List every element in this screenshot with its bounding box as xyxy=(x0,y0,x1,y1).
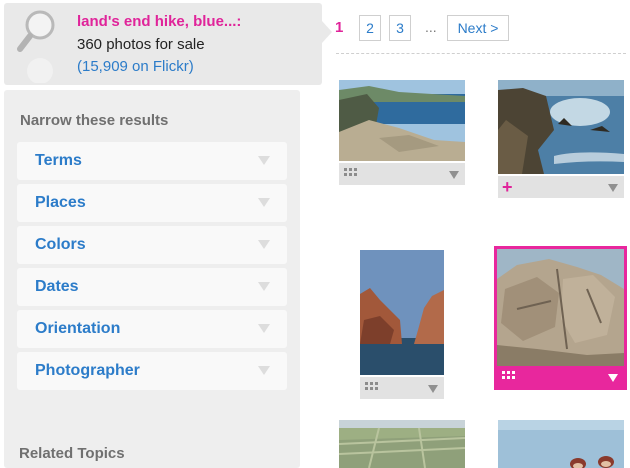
green-fields-image xyxy=(339,420,465,468)
magnifier-icon xyxy=(17,10,55,83)
chevron-down-icon[interactable] xyxy=(428,385,438,393)
chevron-down-icon xyxy=(258,156,270,165)
photo-thumbnail[interactable] xyxy=(339,420,465,468)
filter-label: Dates xyxy=(35,278,79,295)
current-page: 1 xyxy=(335,19,344,36)
coastal-cliffs-image xyxy=(339,80,465,161)
chevron-down-icon xyxy=(258,198,270,207)
search-summary: land's end hike, blue...: 360 photos for… xyxy=(4,3,332,85)
divider xyxy=(336,53,626,54)
filter-colors[interactable]: Colors xyxy=(17,226,287,264)
plus-icon[interactable]: + xyxy=(502,177,513,197)
related-topics-title: Related Topics xyxy=(19,445,125,462)
photo-action-bar xyxy=(339,163,465,185)
photo-thumbnail[interactable] xyxy=(498,420,624,468)
photo-action-bar xyxy=(497,366,624,388)
photo-thumbnail[interactable]: + xyxy=(498,80,624,198)
feet-by-sea-image xyxy=(498,420,624,468)
filter-label: Photographer xyxy=(35,362,140,379)
flickr-count-link[interactable]: (15,909 on Flickr) xyxy=(77,58,194,75)
chevron-down-icon xyxy=(258,324,270,333)
photo-action-bar: + xyxy=(498,176,624,198)
filter-photographer[interactable]: Photographer xyxy=(17,352,287,390)
photo-thumbnail[interactable] xyxy=(339,80,465,185)
photo-thumbnail[interactable] xyxy=(360,250,444,399)
narrow-results-title: Narrow these results xyxy=(20,112,169,129)
chevron-down-icon[interactable] xyxy=(608,374,618,382)
chevron-down-icon xyxy=(258,366,270,375)
filter-orientation[interactable]: Orientation xyxy=(17,310,287,348)
chevron-down-icon xyxy=(258,282,270,291)
result-count: 360 photos for sale xyxy=(77,36,205,53)
photo-thumbnail-selected[interactable] xyxy=(494,246,627,390)
chevron-down-icon xyxy=(258,240,270,249)
chevron-down-icon[interactable] xyxy=(608,184,618,192)
sea-rocks-image xyxy=(498,80,624,174)
page-ellipsis: ... xyxy=(425,19,437,35)
filter-dates[interactable]: Dates xyxy=(17,268,287,306)
granite-rock-image xyxy=(497,249,624,366)
narrow-results-panel: Narrow these results Terms Places Colors… xyxy=(4,90,300,468)
chevron-down-icon[interactable] xyxy=(449,171,459,179)
grid-icon[interactable] xyxy=(502,371,515,383)
page-2-link[interactable]: 2 xyxy=(359,15,381,41)
filter-places[interactable]: Places xyxy=(17,184,287,222)
sea-cliffs-image xyxy=(360,250,444,375)
next-page-button[interactable]: Next > xyxy=(447,15,509,41)
search-query: land's end hike, blue...: xyxy=(77,13,242,30)
filter-label: Orientation xyxy=(35,320,121,337)
grid-icon[interactable] xyxy=(344,168,357,180)
filter-label: Terms xyxy=(35,152,82,169)
photo-action-bar xyxy=(360,377,444,399)
filter-label: Colors xyxy=(35,236,86,253)
filter-label: Places xyxy=(35,194,86,211)
grid-icon[interactable] xyxy=(365,382,378,394)
page-3-link[interactable]: 3 xyxy=(389,15,411,41)
filter-terms[interactable]: Terms xyxy=(17,142,287,180)
